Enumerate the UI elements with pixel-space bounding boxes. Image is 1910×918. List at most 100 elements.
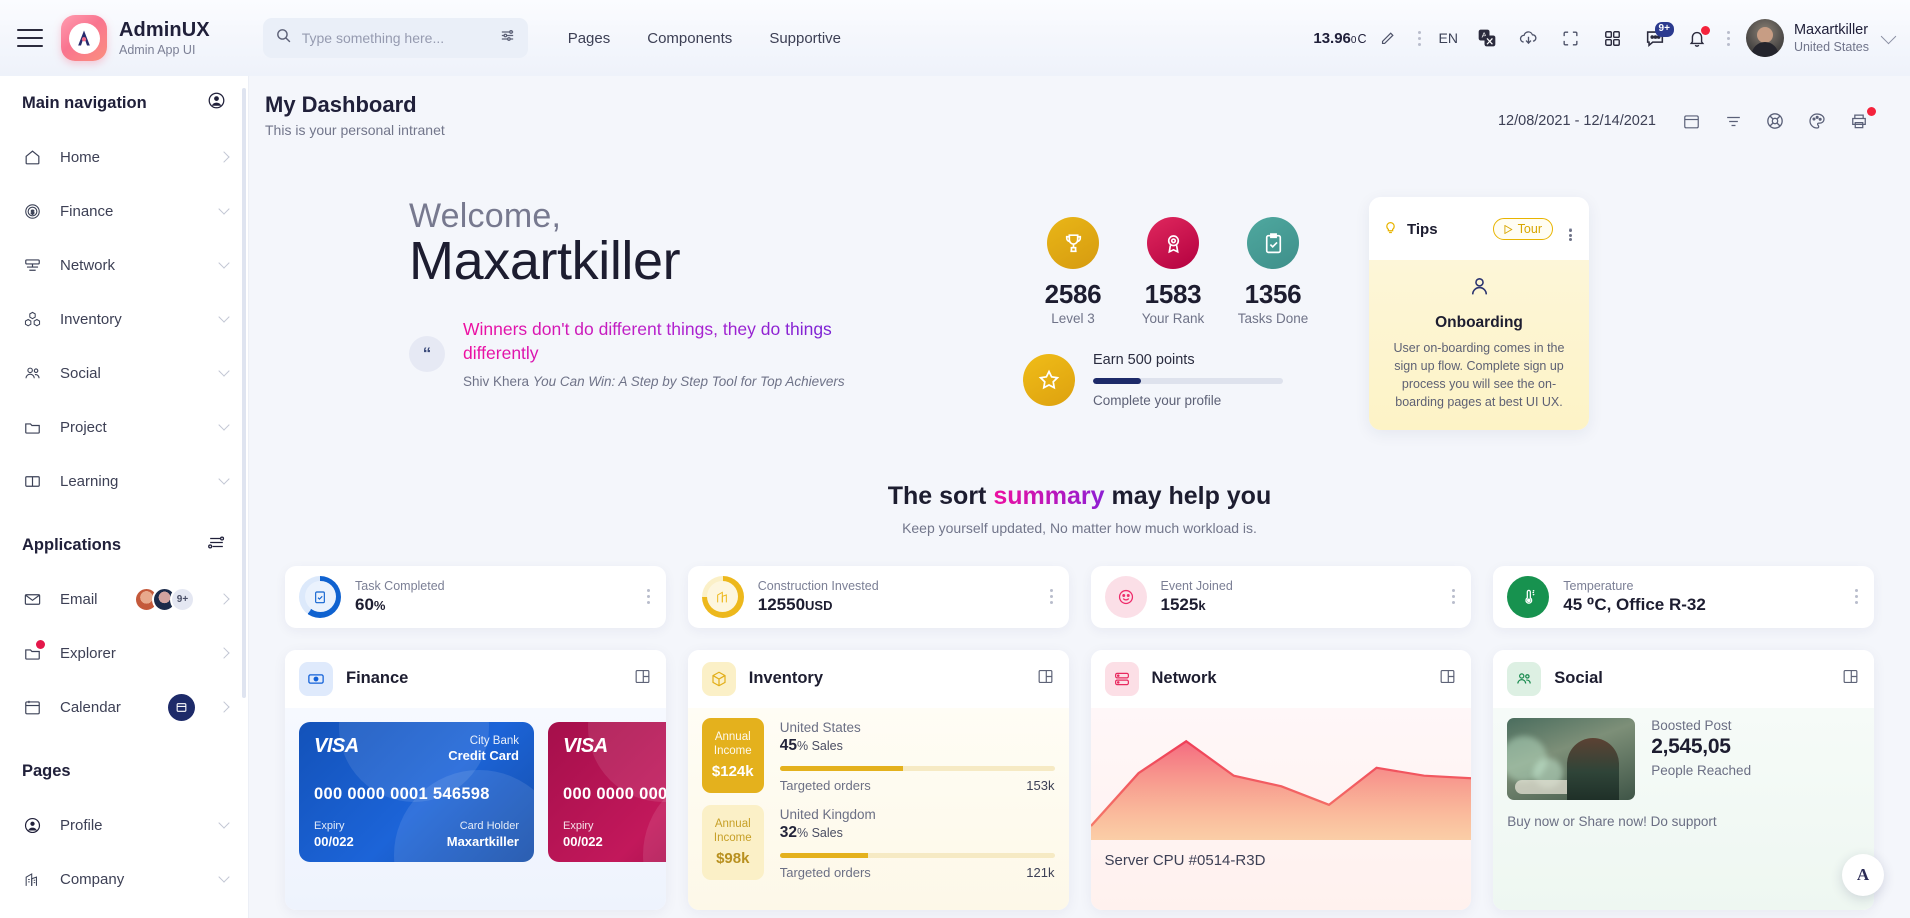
inventory-row[interactable]: Annual Income $124k United States 45% Sa… [701,717,1055,793]
sidebar-item-explorer[interactable]: Explorer [0,626,248,680]
temperature-readout: 13.96 0 C [1313,30,1366,47]
avatar-overflow-count: 9+ [170,586,195,612]
network-area-chart [1090,722,1472,840]
sidebar-item-calendar[interactable]: Calendar [0,680,248,734]
chat-icon[interactable]: 9+ [1634,17,1676,59]
inventory-foot-label: Targeted orders [779,777,871,793]
sidebar-item-label: Project [60,418,107,436]
inventory-progress-bar [779,852,1055,858]
smiley-icon [1118,589,1133,604]
inventory-row[interactable]: Annual Income $98k United Kingdom 32% Sa… [701,804,1055,880]
social-post-sub: People Reached [1651,762,1752,778]
kpi-card-event-joined[interactable]: Event Joined 1525k [1090,565,1472,628]
pencil-icon[interactable] [1367,17,1409,59]
chevron-right-icon [218,593,230,605]
person-icon [1467,278,1492,303]
layout-grid-icon[interactable] [633,667,652,691]
sidebar-item-label: Home [60,148,101,166]
stat-tasks[interactable]: 1356 Tasks Done [1223,217,1323,326]
translate-icon[interactable]: A [1466,17,1508,59]
header-actions: 13.96 0 C EN A 9+ Maxartkiller United St… [1313,17,1910,59]
main-content: My Dashboard This is your personal intra… [249,76,1910,918]
tips-more-icon[interactable] [1561,208,1579,250]
help-circle-icon[interactable] [1754,101,1796,141]
sidebar-item-label: Inventory [60,310,122,328]
chevron-down-icon[interactable] [1880,28,1897,44]
social-post-row[interactable]: Boosted Post 2,545,05 People Reached [1507,717,1860,800]
panel-inventory: Inventory Annual Income $124k United Sta… [687,649,1069,910]
top-navigation: Pages Components Supportive [568,30,841,47]
kpi-value: 45 ⁰C, Office R-32 [1563,594,1706,614]
account-circle-icon[interactable] [207,91,226,115]
page-subtitle: This is your personal intranet [265,122,445,138]
layout-grid-icon[interactable] [1438,667,1457,691]
chevron-down-icon [218,257,230,269]
kpi-more-icon[interactable] [646,588,656,605]
topnav-item-supportive[interactable]: Supportive [769,30,841,47]
inventory-foot-value: 153k [1026,777,1055,793]
header-more-icon-2[interactable] [1718,17,1740,59]
panel-social: Social Boosted Post 2,545,05 People Reac… [1493,649,1874,910]
credit-card[interactable]: VISA City Bank Credit Card 000 0000 0001… [548,721,666,862]
palette-icon[interactable] [1796,101,1838,141]
settings-sliders-icon[interactable] [207,533,226,557]
brand-logo-group[interactable]: AdminUX Admin App UI [61,15,210,61]
kpi-icon-circle [1507,575,1550,618]
network-server-label: Server CPU #0514-R3D [1104,851,1266,869]
credit-card[interactable]: VISA City Bank Credit Card 000 0000 0001… [299,721,534,862]
language-label: EN [1438,30,1458,46]
print-icon[interactable] [1838,101,1880,141]
kpi-card-temperature[interactable]: Temperature 45 ⁰C, Office R-32 [1493,565,1874,628]
svg-text:$: $ [31,210,34,216]
stat-rank[interactable]: 1583 Your Rank [1123,217,1223,326]
layout-grid-icon[interactable] [1036,667,1055,691]
sidebar-item-home[interactable]: Home [0,130,248,184]
sidebar-item-project[interactable]: Project [0,400,248,454]
kpi-card-task-completed[interactable]: Task Completed 60% [285,565,666,628]
calendar-icon[interactable] [1670,101,1712,141]
filter-sliders-icon[interactable] [499,27,516,49]
kpi-more-icon[interactable] [1855,588,1864,605]
kpi-label: Temperature [1563,578,1634,593]
grid-apps-icon[interactable] [1592,17,1634,59]
panel-network: Network Server CPU #0514-R3D [1090,649,1472,910]
earn-subtitle[interactable]: Complete your profile [1093,393,1283,408]
language-selector[interactable]: EN [1431,17,1466,59]
user-menu[interactable]: Maxartkiller United States [1745,19,1897,57]
tour-button[interactable]: Tour [1492,218,1553,240]
header-more-icon[interactable] [1409,17,1431,59]
stats-and-earn: 2586 Level 3 1583 Your Rank 1356 Tasks D… [883,197,1323,430]
earn-points-block[interactable]: Earn 500 points Complete your profile [1023,352,1323,408]
bell-icon[interactable] [1676,17,1718,59]
panel-title: Finance [346,669,409,687]
kpi-icon-circle [1104,575,1147,618]
kpi-card-construction-invested[interactable]: Construction Invested 12550USD [687,565,1069,628]
sidebar-item-email[interactable]: Email 9+ [0,572,248,626]
sidebar-item-finance[interactable]: $ Finance [0,184,248,238]
sidebar-item-learning[interactable]: Learning [0,454,248,508]
date-range-label[interactable]: 12/08/2021 - 12/14/2021 [1498,113,1656,129]
sidebar-item-network[interactable]: Network [0,238,248,292]
stat-level[interactable]: 2586 Level 3 [1023,217,1123,326]
chat-badge: 9+ [1654,22,1674,37]
search-input[interactable] [301,30,489,46]
sidebar-item-company[interactable]: Company [0,852,248,906]
fullscreen-icon[interactable] [1550,17,1592,59]
cloud-download-icon[interactable] [1508,17,1550,59]
stat-label: Level 3 [1051,311,1095,326]
sidebar-item-label: Explorer [60,644,116,662]
sidebar-item-inventory[interactable]: Inventory [0,292,248,346]
sidebar-item-profile[interactable]: Profile [0,798,248,852]
hamburger-menu-icon[interactable] [17,29,43,47]
search-box[interactable] [262,18,528,58]
sort-filter-icon[interactable] [1712,101,1754,141]
kpi-more-icon[interactable] [1049,588,1059,605]
kpi-more-icon[interactable] [1452,588,1461,605]
layout-grid-icon[interactable] [1841,667,1860,691]
sidebar-item-social[interactable]: Social [0,346,248,400]
money-card-icon [299,661,333,696]
floating-action-button[interactable]: A [1842,854,1884,896]
server-stack-icon [1104,661,1139,696]
topnav-item-pages[interactable]: Pages [568,30,611,47]
topnav-item-components[interactable]: Components [647,30,732,47]
